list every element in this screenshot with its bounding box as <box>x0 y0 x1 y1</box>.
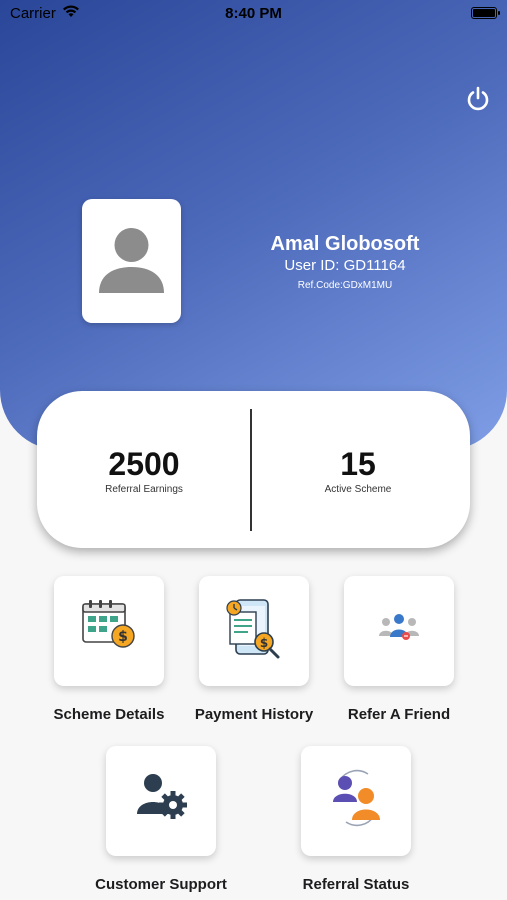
customer-support-icon <box>137 774 187 819</box>
referral-status-button[interactable] <box>301 746 411 856</box>
active-scheme-stat: 15 Active Scheme <box>263 446 453 495</box>
stats-divider <box>250 409 252 531</box>
stat-label: Active Scheme <box>324 484 392 495</box>
user-placeholder-icon <box>99 228 164 293</box>
user-info: Amal Globosoft User ID: GD11164 Ref.Code… <box>250 232 440 295</box>
profile-header <box>0 0 507 450</box>
svg-text:$: $ <box>118 629 128 645</box>
refer-a-friend-button[interactable] <box>344 576 454 686</box>
refer-a-friend-label[interactable]: Refer A Friend <box>314 706 484 723</box>
stat-label: Referral Earnings <box>105 484 183 495</box>
payment-history-button[interactable]: $ <box>199 576 309 686</box>
calendar-dollar-icon: $ <box>82 600 135 648</box>
battery-icon <box>471 7 500 19</box>
customer-support-label[interactable]: Customer Support <box>76 876 246 893</box>
status-bar: Carrier 8:40 PM <box>0 0 507 28</box>
svg-text:$: $ <box>260 636 268 650</box>
stat-value: 2500 <box>108 446 180 482</box>
stats-card: 2500 Referral Earnings 15 Active Scheme <box>37 391 470 548</box>
ref-code: Ref.Code:GDxM1MU <box>297 280 393 291</box>
customer-support-button[interactable] <box>106 746 216 856</box>
referral-earnings-stat: 2500 Referral Earnings <box>49 446 239 495</box>
avatar <box>82 199 181 323</box>
clock: 8:40 PM <box>225 5 282 22</box>
payment-history-icon: $ <box>226 599 280 659</box>
stat-value: 15 <box>340 446 376 482</box>
scheme-details-button[interactable]: $ <box>54 576 164 686</box>
user-name: Amal Globosoft <box>270 233 420 255</box>
referral-status-label[interactable]: Referral Status <box>271 876 441 893</box>
referral-status-icon <box>333 769 380 827</box>
power-icon[interactable] <box>464 85 492 113</box>
refer-friend-icon <box>379 614 419 640</box>
user-id: User ID: GD11164 <box>284 257 406 274</box>
